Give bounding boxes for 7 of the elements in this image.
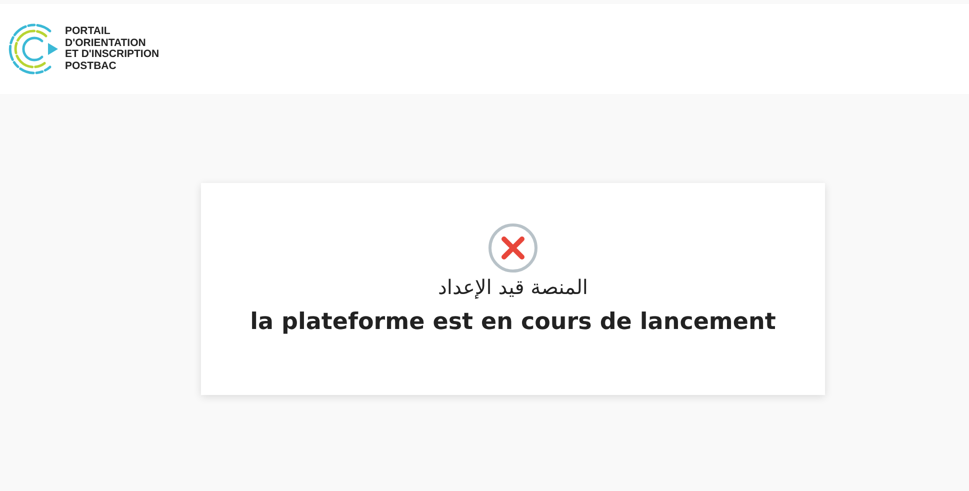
logo-icon — [6, 21, 60, 77]
logo-text: D'ORIENTATION — [65, 38, 147, 49]
logo-text: ET D'INSCRIPTION — [65, 49, 160, 60]
french-title: la plateforme est en cours de lancement — [250, 309, 776, 335]
arabic-title: المنصة قيد الإعداد — [438, 275, 588, 299]
logo-text: POSTBAC — [65, 60, 118, 72]
logo-text: PORTAIL — [65, 26, 112, 38]
